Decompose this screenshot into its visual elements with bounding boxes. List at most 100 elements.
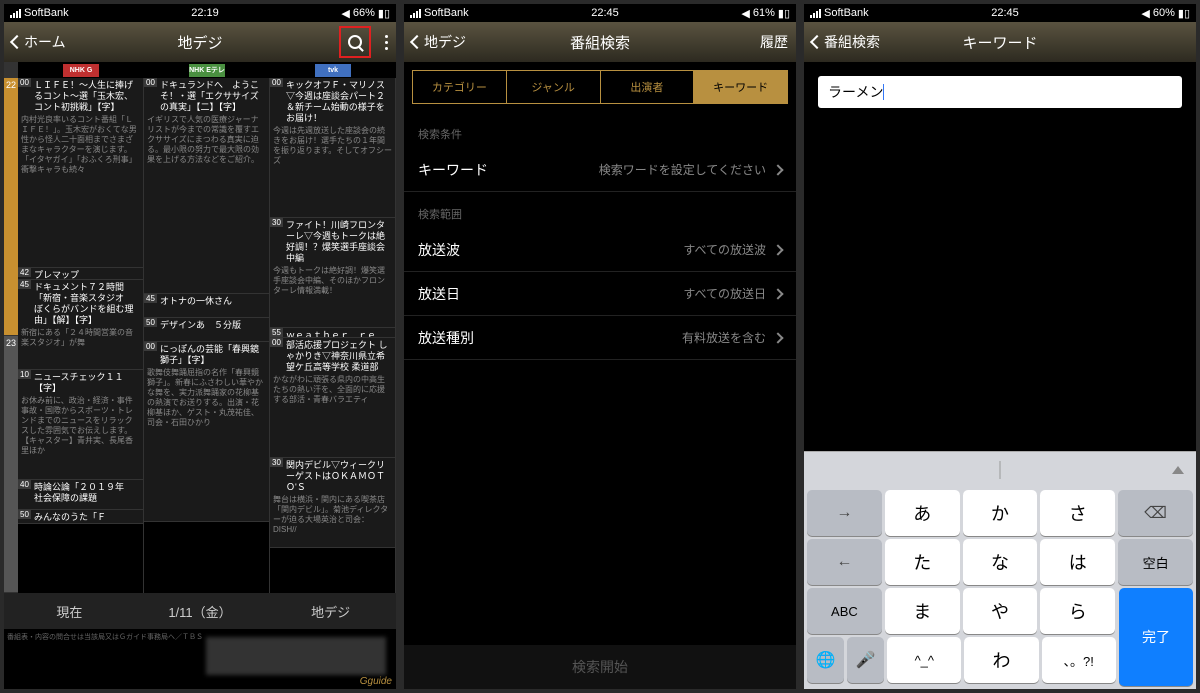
prog-minute: 42 xyxy=(18,268,31,277)
prog-desc: 歌舞伎舞踊屈指の名作「春興鏡獅子」。新春にふさわしい華やかな舞を、実力派舞踊家の… xyxy=(147,368,266,428)
program-cell[interactable]: 50みんなのうた「Ｆ xyxy=(18,510,143,524)
key-ha[interactable]: は xyxy=(1040,539,1115,585)
hour-label: 23 xyxy=(4,336,18,594)
screen-search: SoftBank 22:45 ◀ 61% ▮▯ 地デジ 番組検索 履歴 カテゴリ… xyxy=(404,4,796,689)
program-cell[interactable]: 30ファイト！川崎フロンターレ▽今週もトークは絶好調！？爆笑選手座談会中編今週も… xyxy=(270,218,395,328)
program-cell[interactable]: 45ドキュメント７２時間「新宿・音楽スタジオ ぼくらがバンドを組む理由」【解】【… xyxy=(18,280,143,370)
search-icon xyxy=(348,35,362,49)
prog-minute: 00 xyxy=(18,78,31,87)
program-cell[interactable]: 00部活応援プロジェクト しゃかりき▽神奈川県立希望ケ丘高等学校 柔道部かながわ… xyxy=(270,338,395,458)
prog-minute: 00 xyxy=(144,78,157,87)
prog-desc: 舞台は横浜・関内にある喫茶店「関内デビル」。菊池ディレクターが迫る大場英治と司会… xyxy=(273,495,392,535)
screen-keyword-input: SoftBank 22:45 ◀ 60% ▮▯ 番組検索 キーワード ラーメン … xyxy=(804,4,1196,689)
search-button[interactable] xyxy=(339,26,371,58)
key-emoji[interactable]: ^_^ xyxy=(887,637,961,683)
prog-desc: かながわに頑張る県内の中高生たちの熱い汗を、全面的に応援する部活・青春バラエティ xyxy=(273,375,392,405)
chevron-right-icon xyxy=(772,288,783,299)
status-bar: SoftBank 22:45 ◀ 60% ▮▯ xyxy=(804,4,1196,22)
search-start-button[interactable]: 検索開始 xyxy=(404,645,796,689)
prog-desc: イギリスで人気の医療ジャーナリストが今までの常識を覆すエクササイズにまつわる真実… xyxy=(147,115,266,165)
prog-desc: 今週は先週放送した座談会の続きをお届け！選手たちの１年間を振り返ります。そしてオ… xyxy=(273,126,392,166)
key-done[interactable]: 完了 xyxy=(1119,588,1193,686)
epg-grid[interactable]: 22 23 00ＬＩＦＥ！〜人生に捧げるコント〜選「玉木宏、コント初挑戦」【字】… xyxy=(4,78,396,593)
keyword-row[interactable]: キーワード 検索ワードを設定してください xyxy=(404,148,796,192)
back-button[interactable]: 地デジ xyxy=(412,32,466,52)
program-cell[interactable]: 42プレマップ xyxy=(18,268,143,280)
key-ta[interactable]: た xyxy=(885,539,960,585)
back-button[interactable]: 番組検索 xyxy=(812,32,880,52)
menu-button[interactable] xyxy=(385,35,388,50)
program-cell[interactable]: 00ドキュランドへ ようこそ！・選「エクササイズの真実」【二】【字】イギリスで人… xyxy=(144,78,269,294)
key-punct[interactable]: 、。?! xyxy=(1042,637,1116,683)
clock: 22:19 xyxy=(191,7,219,19)
tab-keyword[interactable]: キーワード xyxy=(694,71,787,103)
footer: 番組表・内容の問合せは当該局又はＧガイド事務局へ／ＴＢＳ Gguide xyxy=(4,629,396,689)
channel-logo[interactable]: NHK Eテレ xyxy=(189,64,225,77)
key-ka[interactable]: か xyxy=(963,490,1038,536)
key-delete[interactable]: ⌫ xyxy=(1118,490,1193,536)
now-button[interactable]: 現在 xyxy=(4,602,135,621)
prog-title: ドキュランドへ ようこそ！・選「エクササイズの真実」【二】【字】 xyxy=(160,80,266,113)
program-cell[interactable]: 40時論公論「２０１９年 社会保障の課題 xyxy=(18,480,143,510)
key-globe[interactable]: 🌐 xyxy=(807,637,844,683)
tuner-picker[interactable]: 地デジ xyxy=(265,602,396,621)
nav-bar: 番組検索 キーワード xyxy=(804,22,1196,62)
channel-logo[interactable]: tvk xyxy=(315,64,351,77)
location-icon: ◀ xyxy=(741,7,749,20)
program-cell[interactable]: 50デザインあ ５分版 xyxy=(144,318,269,342)
key-sa[interactable]: さ xyxy=(1040,490,1115,536)
setting-row[interactable]: 放送波すべての放送波 xyxy=(404,228,796,272)
key-prev[interactable]: ← xyxy=(807,539,882,585)
prog-title: キックオフＦ・マリノス▽今週は座談会パート２＆新チーム始動の様子をお届け！ xyxy=(286,80,392,124)
suggestion-bar[interactable] xyxy=(804,451,1196,487)
hour-label: 22 xyxy=(4,78,18,336)
history-button[interactable]: 履歴 xyxy=(760,32,788,52)
battery-pct: 66% xyxy=(353,7,375,19)
chevron-right-icon xyxy=(772,244,783,255)
prog-title: ｗｅａｔｈｅｒ ｒｅ xyxy=(286,330,392,338)
key-na[interactable]: な xyxy=(963,539,1038,585)
key-a[interactable]: あ xyxy=(885,490,960,536)
battery-pct: 61% xyxy=(753,7,775,19)
key-abc[interactable]: ABC xyxy=(807,588,882,634)
setting-row[interactable]: 放送種別有料放送を含む xyxy=(404,316,796,360)
prog-desc: お休み前に、政治・経済・事件事故・国際からスポーツ・トレンドまでのニュースをリラ… xyxy=(21,396,140,456)
program-cell[interactable]: 55ｗｅａｔｈｅｒ ｒｅ xyxy=(270,328,395,338)
prog-title: ＬＩＦＥ！〜人生に捧げるコント〜選「玉木宏、コント初挑戦」【字】 xyxy=(34,80,140,113)
nav-bar: ホーム 地デジ xyxy=(4,22,396,62)
expand-icon[interactable] xyxy=(1172,466,1184,474)
key-mic[interactable]: 🎤 xyxy=(847,637,884,683)
prog-title: ドキュメント７２時間「新宿・音楽スタジオ ぼくらがバンドを組む理由」【解】【字】 xyxy=(34,282,140,326)
prog-title: プレマップ xyxy=(34,270,140,280)
key-ya[interactable]: や xyxy=(963,588,1038,634)
program-cell[interactable]: 45オトナの一休さん xyxy=(144,294,269,318)
program-cell[interactable]: 00にっぽんの芸能「春興鏡獅子」【字】歌舞伎舞踊屈指の名作「春興鏡獅子」。新春に… xyxy=(144,342,269,522)
tab-genre[interactable]: ジャンル xyxy=(507,71,601,103)
program-cell[interactable]: 10ニュースチェック１１【字】お休み前に、政治・経済・事件事故・国際からスポーツ… xyxy=(18,370,143,480)
back-button[interactable]: ホーム xyxy=(12,32,66,52)
key-ma[interactable]: ま xyxy=(885,588,960,634)
location-icon: ◀ xyxy=(1141,7,1149,20)
key-space[interactable]: 空白 xyxy=(1118,539,1193,585)
program-cell[interactable]: 30関内デビル▽ウィークリーゲストはＯＫＡＭＯＴＯ'Ｓ舞台は横浜・関内にある喫茶… xyxy=(270,458,395,548)
setting-row[interactable]: 放送日すべての放送日 xyxy=(404,272,796,316)
program-cell[interactable]: 00ＬＩＦＥ！〜人生に捧げるコント〜選「玉木宏、コント初挑戦」【字】内村光良率い… xyxy=(18,78,143,268)
page-title: 番組検索 xyxy=(570,32,630,53)
tab-category[interactable]: カテゴリー xyxy=(413,71,507,103)
location-icon: ◀ xyxy=(341,7,349,20)
program-cell[interactable]: 00キックオフＦ・マリノス▽今週は座談会パート２＆新チーム始動の様子をお届け！今… xyxy=(270,78,395,218)
prog-title: ニュースチェック１１【字】 xyxy=(34,372,140,394)
status-bar: SoftBank 22:45 ◀ 61% ▮▯ xyxy=(404,4,796,22)
section-label: 検索範囲 xyxy=(404,192,796,228)
channel-logo[interactable]: NHK G xyxy=(63,64,99,77)
key-next[interactable]: → xyxy=(807,490,882,536)
battery-icon: ▮▯ xyxy=(778,7,790,20)
key-ra[interactable]: ら xyxy=(1040,588,1115,634)
ad-banner[interactable] xyxy=(206,637,386,675)
tab-cast[interactable]: 出演者 xyxy=(601,71,695,103)
keyword-input[interactable]: ラーメン xyxy=(818,76,1182,108)
key-wa[interactable]: わ xyxy=(964,637,1038,683)
date-picker[interactable]: 1/11（金） xyxy=(135,602,266,621)
prog-minute: 50 xyxy=(144,318,157,327)
battery-icon: ▮▯ xyxy=(378,7,390,20)
